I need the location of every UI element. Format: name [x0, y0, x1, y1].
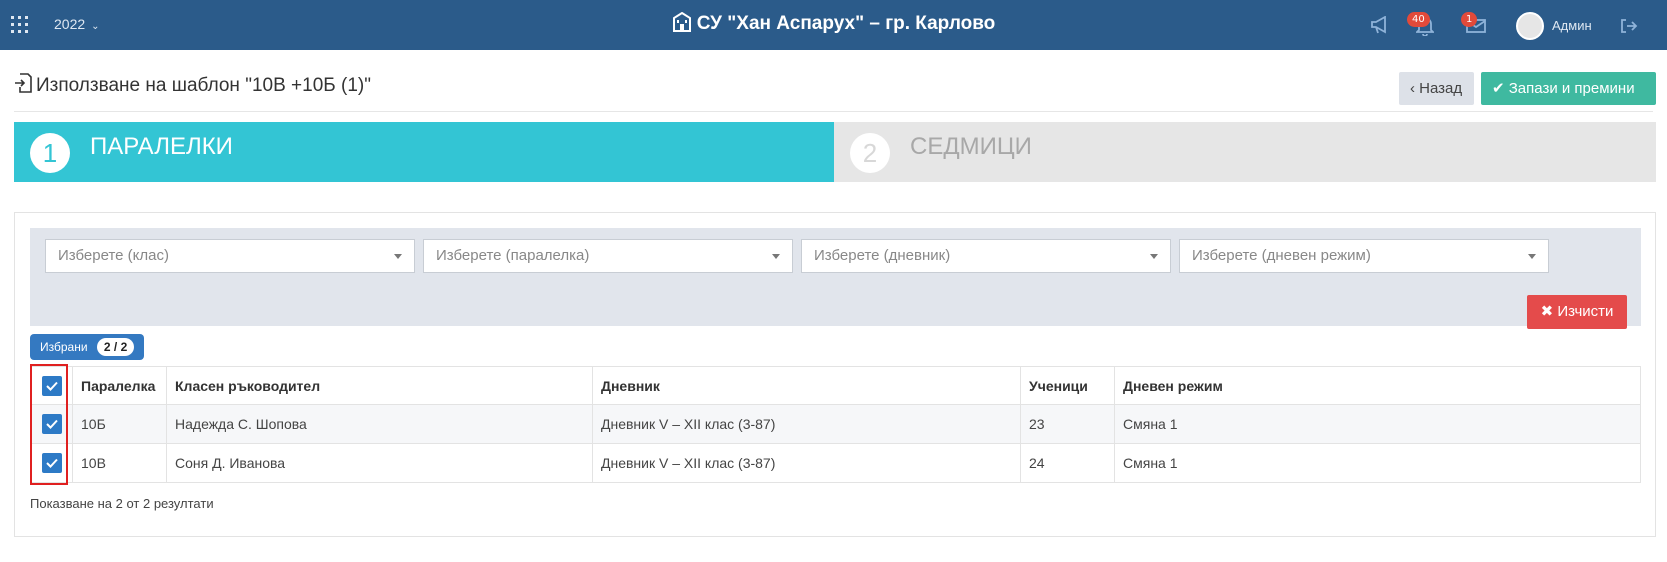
wizard-steps: 1 ПАРАЛЕЛКИ 2 СЕДМИЦИ	[14, 122, 1656, 182]
close-icon: ✖	[1540, 303, 1554, 320]
row-select-cell	[30, 443, 73, 483]
section-select[interactable]: Изберете (паралелка)	[423, 239, 793, 273]
cell-students: 24	[1020, 443, 1115, 483]
selected-label: Избрани	[40, 340, 88, 354]
row-checkbox[interactable]	[41, 453, 62, 473]
caret-down-icon	[1528, 254, 1536, 259]
row-select-cell	[30, 404, 73, 444]
user-name[interactable]: Админ	[1552, 18, 1592, 33]
logout-icon[interactable]	[1620, 18, 1638, 39]
table-row[interactable]: 10В Соня Д. Иванова Дневник V – XII клас…	[30, 443, 1641, 483]
regime-select[interactable]: Изберете (дневен режим)	[1179, 239, 1549, 273]
filters-bar: Изберете (клас) Изберете (паралелка) Изб…	[30, 228, 1641, 329]
clear-filters-button[interactable]: ✖ Изчисти	[1527, 295, 1627, 329]
select-all-checkbox[interactable]	[41, 375, 62, 396]
notifications-badge: 40	[1407, 12, 1430, 27]
wizard-step-weeks[interactable]: 2 СЕДМИЦИ	[834, 122, 1656, 182]
select-all-cell	[30, 366, 73, 405]
journal-select-placeholder: Изберете (дневник)	[814, 247, 951, 264]
step-label: СЕДМИЦИ	[910, 133, 1032, 160]
column-header-journal[interactable]: Дневник	[592, 366, 1021, 405]
cell-teacher: Надежда С. Шопова	[166, 404, 593, 444]
page-title: Използване на шаблон "10В +10Б (1)"	[14, 73, 371, 99]
selected-count-badge[interactable]: Избрани 2 / 2	[30, 334, 145, 360]
table-row[interactable]: 10Б Надежда С. Шопова Дневник V – XII кл…	[30, 404, 1641, 444]
cell-journal: Дневник V – XII клас (3-87)	[592, 443, 1021, 483]
cell-journal: Дневник V – XII клас (3-87)	[592, 404, 1021, 444]
save-button-label: Запази и премини	[1508, 80, 1635, 97]
divider	[14, 111, 1653, 112]
column-header-section[interactable]: Паралелка	[72, 366, 167, 405]
save-and-continue-button[interactable]: ✔ Запази и премини	[1481, 72, 1656, 105]
class-select[interactable]: Изберете (клас)	[45, 239, 415, 273]
caret-down-icon	[772, 254, 780, 259]
result-summary: Показване на 2 от 2 резултати	[30, 496, 214, 511]
step-number: 2	[850, 133, 890, 173]
clear-button-label: Изчисти	[1557, 303, 1614, 320]
cell-regime: Смяна 1	[1114, 443, 1641, 483]
table-header-row: Паралелка Класен ръководител Дневник Уче…	[30, 366, 1641, 405]
cell-section: 10Б	[72, 404, 167, 444]
step-label: ПАРАЛЕЛКИ	[90, 133, 233, 160]
class-select-placeholder: Изберете (клас)	[58, 247, 169, 264]
top-navbar: 2022 ⌄ СУ "Хан Аспарух" – гр. Карлово 40 …	[0, 0, 1667, 50]
caret-down-icon	[394, 254, 402, 259]
cell-students: 23	[1020, 404, 1115, 444]
page-title-text: Използване на шаблон "10В +10Б (1)"	[36, 75, 371, 96]
avatar[interactable]	[1516, 12, 1544, 40]
check-icon: ✔	[1492, 80, 1505, 97]
section-select-placeholder: Изберете (паралелка)	[436, 247, 590, 264]
cell-teacher: Соня Д. Иванова	[166, 443, 593, 483]
back-button[interactable]: ‹ Назад	[1399, 72, 1474, 105]
back-button-label: Назад	[1419, 80, 1463, 97]
sections-table: Паралелка Класен ръководител Дневник Уче…	[30, 366, 1641, 483]
column-header-teacher[interactable]: Класен ръководител	[166, 366, 593, 405]
selected-count: 2 / 2	[96, 338, 135, 356]
caret-down-icon	[1150, 254, 1158, 259]
wizard-step-sections[interactable]: 1 ПАРАЛЕЛКИ	[14, 122, 834, 182]
school-building-icon	[672, 11, 692, 38]
column-header-students[interactable]: Ученици	[1020, 366, 1115, 405]
document-import-icon	[14, 73, 32, 99]
step-number: 1	[30, 133, 70, 173]
school-name: СУ "Хан Аспарух" – гр. Карлово	[696, 13, 996, 34]
megaphone-icon[interactable]	[1370, 15, 1390, 39]
column-header-regime[interactable]: Дневен режим	[1114, 366, 1641, 405]
cell-regime: Смяна 1	[1114, 404, 1641, 444]
main-panel: Изберете (клас) Изберете (паралелка) Изб…	[14, 212, 1656, 537]
chevron-left-icon: ‹	[1410, 80, 1415, 97]
journal-select[interactable]: Изберете (дневник)	[801, 239, 1171, 273]
row-checkbox[interactable]	[41, 414, 62, 434]
regime-select-placeholder: Изберете (дневен режим)	[1192, 247, 1371, 264]
cell-section: 10В	[72, 443, 167, 483]
